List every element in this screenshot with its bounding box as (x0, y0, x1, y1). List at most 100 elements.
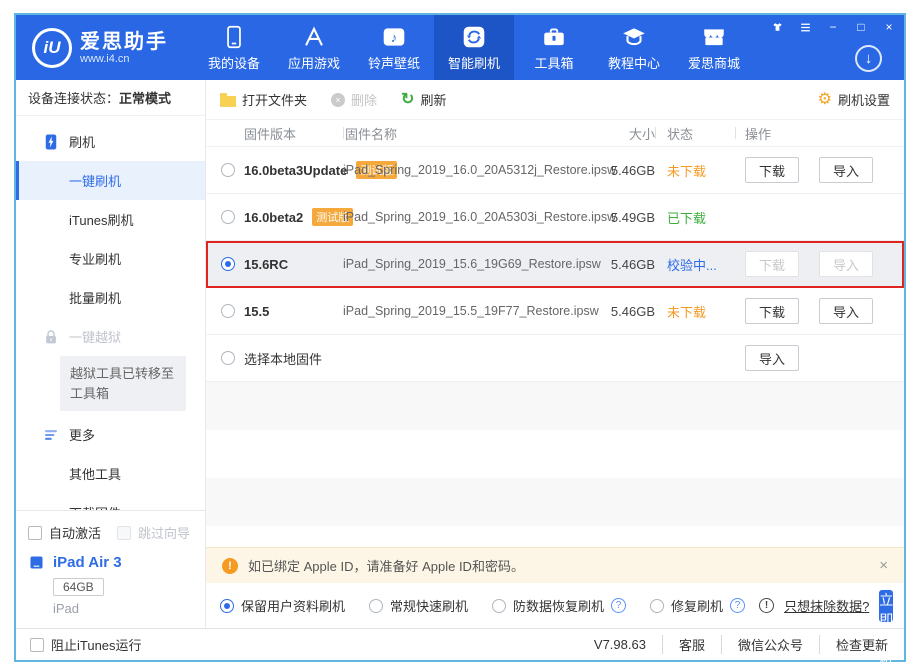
sidebar-item[interactable]: 专业刷机 (16, 239, 205, 278)
statusbar-link-wechat[interactable]: 微信公众号 (721, 635, 819, 654)
import-button[interactable]: 导入 (819, 157, 873, 183)
skip-wizard-checkbox: 跳过向导 (117, 523, 190, 542)
menu-list-icon[interactable] (798, 20, 812, 34)
statusbar-link-support[interactable]: 客服 (662, 635, 721, 654)
sidebar-bottom: 自动激活 跳过向导 iPad Air 3 64GB iPad (16, 510, 205, 628)
sidebar-group-lock: 一键越狱 (16, 317, 205, 356)
table-row[interactable]: 16.0beta3Update测试版iPad_Spring_2019_16.0_… (206, 147, 904, 194)
firmware-version-cell: 15.6RC (206, 257, 343, 272)
sidebar-item[interactable]: 批量刷机 (16, 278, 205, 317)
import-button[interactable]: 导入 (819, 298, 873, 324)
erase-data-link[interactable]: 只想抹除数据? (784, 596, 869, 615)
firmware-version: 16.0beta3Update (244, 163, 347, 178)
nav-item-my-device[interactable]: 我的设备 (194, 15, 274, 80)
sidebar-item[interactable]: 其他工具 (16, 454, 205, 493)
flash-option-radio[interactable] (492, 599, 506, 613)
firmware-operations: 下载导入 (735, 298, 890, 324)
ipad-icon (28, 554, 45, 571)
open-folder-button[interactable]: 打开文件夹 (220, 90, 307, 109)
table-row[interactable]: 15.5iPad_Spring_2019_15.5_19F77_Restore.… (206, 288, 904, 335)
sidebar-checkboxes: 自动激活 跳过向导 (28, 521, 193, 554)
statusbar-link-check-update[interactable]: 检查更新 (819, 635, 890, 654)
download-icon[interactable]: ↓ (855, 45, 882, 72)
sidebar-group-flash-phone[interactable]: 刷机 (16, 122, 205, 161)
connection-status-value: 正常模式 (119, 88, 171, 107)
close-notice-icon[interactable]: × (879, 557, 888, 574)
content-area: 设备连接状态： 正常模式 刷机一键刷机iTunes刷机专业刷机批量刷机一键越狱越… (16, 80, 904, 628)
download-button: 下载 (745, 251, 799, 277)
flash-option-radio[interactable] (650, 599, 664, 613)
firmware-radio[interactable] (221, 210, 235, 224)
connection-status: 设备连接状态： 正常模式 (16, 80, 205, 116)
flash-option[interactable]: 常规快速刷机 (369, 596, 468, 615)
header-operation: 操作 (735, 124, 890, 143)
close-icon[interactable]: × (882, 20, 896, 34)
sidebar: 设备连接状态： 正常模式 刷机一键刷机iTunes刷机专业刷机批量刷机一键越狱越… (16, 80, 206, 628)
help-icon[interactable]: ? (611, 598, 626, 613)
table-row[interactable]: 选择本地固件 导入 (206, 335, 904, 382)
flash-option[interactable]: 保留用户资料刷机 (220, 596, 345, 615)
maximize-icon[interactable]: □ (854, 20, 868, 34)
firmware-radio[interactable] (221, 257, 235, 271)
delete-circle-icon: × (331, 93, 345, 107)
checkbox-icon[interactable] (28, 526, 42, 540)
device-info: iPad Air 3 64GB iPad (28, 554, 193, 616)
table-row[interactable]: 16.0beta2测试版iPad_Spring_2019_16.0_20A530… (206, 194, 904, 241)
main-nav: 我的设备 应用游戏 ♪铃声壁纸智能刷机工具箱教程中心爱思商城 (194, 15, 754, 80)
firmware-filename: iPad_Spring_2019_16.0_20A5303i_Restore.i… (343, 210, 603, 224)
flash-option[interactable]: 防数据恢复刷机? (492, 596, 626, 615)
nav-label: 我的设备 (208, 53, 260, 72)
auto-activate-label: 自动激活 (49, 523, 101, 542)
firmware-radio[interactable] (221, 351, 235, 365)
flash-option-label: 修复刷机 (671, 596, 723, 615)
flash-option-label: 防数据恢复刷机 (513, 596, 604, 615)
main-panel: 打开文件夹 × 删除 ↻ 刷新 ⚙ 刷机设置 (206, 80, 904, 628)
flash-settings-button[interactable]: ⚙ 刷机设置 (818, 90, 890, 109)
flash-option-radio[interactable] (220, 599, 234, 613)
skin-icon[interactable] (770, 20, 784, 34)
skip-wizard-label: 跳过向导 (138, 523, 190, 542)
flash-option-radio[interactable] (369, 599, 383, 613)
nav-label: 铃声壁纸 (368, 53, 420, 72)
app-logo: iU 爱思助手 www.i4.cn (16, 15, 194, 80)
firmware-version-cell: 16.0beta3Update测试版 (206, 161, 343, 179)
sidebar-item[interactable]: 一键刷机 (16, 161, 205, 200)
nav-item-store[interactable]: 爱思商城 (674, 15, 754, 80)
block-itunes-checkbox[interactable]: 阻止iTunes运行 (30, 635, 142, 654)
download-button[interactable]: 下载 (745, 157, 799, 183)
header-status: 状态 (655, 124, 735, 143)
help-icon[interactable]: ? (730, 598, 745, 613)
refresh-button[interactable]: ↻ 刷新 (401, 90, 446, 109)
auto-activate-checkbox[interactable]: 自动激活 (28, 523, 101, 542)
firmware-version-cell: 16.0beta2测试版 (206, 208, 343, 226)
nav-item-ringtone-wallpaper[interactable]: ♪铃声壁纸 (354, 15, 434, 80)
sidebar-item[interactable]: iTunes刷机 (16, 200, 205, 239)
sidebar-group-more-lines[interactable]: 更多 (16, 415, 205, 454)
header-firmware-version: 固件版本 (206, 124, 343, 143)
nav-item-toolbox[interactable]: 工具箱 (514, 15, 594, 80)
sidebar-item[interactable]: 下载固件 (16, 493, 205, 510)
flash-now-button[interactable]: 立即刷机 (879, 590, 893, 622)
checkbox-icon (117, 526, 131, 540)
nav-label: 应用游戏 (288, 53, 340, 72)
minimize-icon[interactable]: − (826, 20, 840, 34)
firmware-status: 未下载 (655, 161, 735, 180)
download-button[interactable]: 下载 (745, 298, 799, 324)
table-row[interactable]: 15.6RCiPad_Spring_2019_15.6_19G69_Restor… (206, 241, 904, 288)
firmware-radio[interactable] (221, 304, 235, 318)
nav-item-smart-flash[interactable]: 智能刷机 (434, 15, 514, 80)
nav-item-app-game[interactable]: 应用游戏 (274, 15, 354, 80)
firmware-version: 选择本地固件 (244, 349, 322, 368)
lock-icon (42, 328, 60, 346)
import-button[interactable]: 导入 (745, 345, 799, 371)
flash-option[interactable]: 修复刷机? (650, 596, 745, 615)
firmware-radio[interactable] (221, 163, 235, 177)
nav-label: 智能刷机 (448, 53, 500, 72)
firmware-filename: iPad_Spring_2019_15.5_19F77_Restore.ipsw (343, 304, 603, 318)
block-itunes-label: 阻止iTunes运行 (51, 635, 142, 654)
device-name: iPad Air 3 (53, 554, 122, 571)
nav-item-tutorial[interactable]: 教程中心 (594, 15, 674, 80)
nav-label: 爱思商城 (688, 53, 740, 72)
checkbox-icon[interactable] (30, 638, 44, 652)
firmware-version-cell: 15.5 (206, 304, 343, 319)
